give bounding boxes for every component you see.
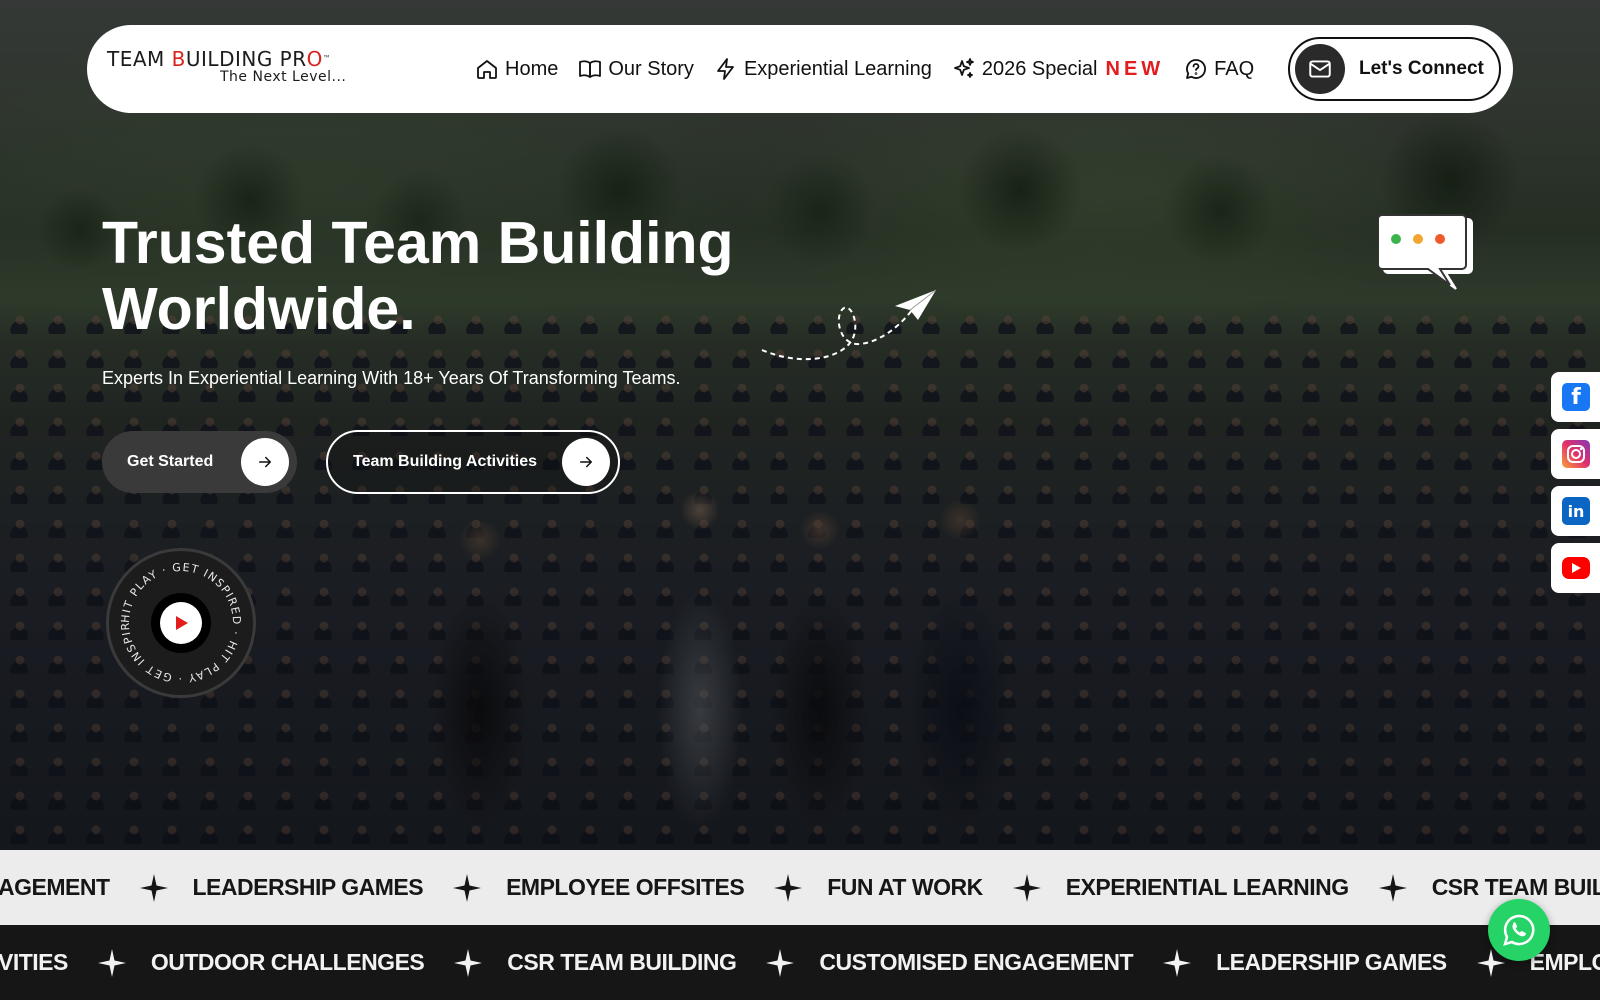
- hero-background: [0, 0, 1600, 850]
- marquee-item: LEADERSHIP GAMES: [1216, 949, 1447, 975]
- whatsapp-icon: [1503, 914, 1535, 946]
- four-point-star-icon: [1012, 873, 1041, 902]
- facebook-link[interactable]: f: [1551, 372, 1600, 422]
- hit-play-badge[interactable]: HIT PLAY · GET INSPIRED · HIT PLAY · GET…: [106, 548, 256, 698]
- nav-links: Home Our Story Experiential Learning 202…: [475, 25, 1254, 113]
- arrow-right-icon: [562, 438, 610, 486]
- nav-2026-special[interactable]: 2026 Special NEW: [952, 57, 1164, 81]
- question-chat-icon: [1186, 59, 1207, 79]
- marquee-item: LEADERSHIP GAMES: [192, 874, 424, 900]
- whatsapp-button[interactable]: [1488, 899, 1550, 961]
- marquee-item: EMPLOYEE OFFSITES: [506, 874, 745, 900]
- four-point-star-icon: [97, 948, 126, 977]
- marquee-item: EXPERIENTIAL LEARNING: [1065, 874, 1350, 900]
- brand-logo[interactable]: TEAM BUILDING PRO™ The Next Level...: [107, 49, 387, 89]
- lets-connect-button[interactable]: Let's Connect: [1288, 37, 1501, 101]
- linkedin-icon: in: [1562, 497, 1590, 525]
- nav-our-story[interactable]: Our Story: [578, 57, 694, 81]
- logo-text: TEAM BUILDING PRO™: [107, 47, 332, 71]
- nav-our-story-label: Our Story: [608, 57, 694, 80]
- nav-home[interactable]: Home: [475, 57, 558, 81]
- hero-title-line2: Worldwide.: [102, 276, 416, 342]
- top-navbar: TEAM BUILDING PRO™ The Next Level... Hom…: [87, 25, 1513, 113]
- team-building-activities-button[interactable]: Team Building Activities: [326, 430, 620, 494]
- hero-title-line1: Trusted Team Building: [102, 210, 734, 276]
- marquee-item: CSR TEAM BUILDI: [1431, 874, 1600, 900]
- instagram-icon: [1562, 440, 1590, 468]
- social-sidebar: f in: [1551, 372, 1600, 600]
- nav-faq-label: FAQ: [1214, 57, 1255, 80]
- marquee-item: AGEMENT: [0, 874, 110, 900]
- four-point-star-icon: [453, 873, 482, 902]
- nav-experiential-learning-label: Experiential Learning: [743, 57, 932, 80]
- hero-overlay: [0, 0, 1600, 850]
- nav-experiential-learning[interactable]: Experiential Learning: [714, 57, 932, 81]
- marquee-item: VITIES: [0, 949, 68, 975]
- nav-2026-special-label: 2026 Special: [981, 57, 1098, 80]
- youtube-icon: [1562, 557, 1590, 579]
- lets-connect-label: Let's Connect: [1359, 58, 1484, 79]
- marquee-light-track: AGEMENT LEADERSHIP GAMES EMPLOYEE OFFSITES…: [0, 850, 1600, 925]
- play-button[interactable]: [151, 593, 211, 653]
- lightning-icon: [717, 58, 734, 80]
- hero-subtitle: Experts In Experiential Learning With 18…: [102, 368, 681, 388]
- nav-home-label: Home: [505, 57, 559, 80]
- four-point-star-icon: [774, 873, 803, 902]
- chat-bubble-icon: [1378, 214, 1473, 290]
- four-point-star-icon: [1378, 873, 1407, 902]
- marquee-item: OUTDOOR CHALLENGES: [150, 949, 425, 975]
- nav-faq[interactable]: FAQ: [1184, 57, 1254, 81]
- sparkle-icon: [953, 58, 974, 78]
- get-started-label: Get Started: [127, 453, 214, 470]
- marquee-item: FUN AT WORK: [827, 874, 983, 900]
- youtube-link[interactable]: [1551, 543, 1600, 593]
- hero-title: Trusted Team Building Worldwide.: [102, 210, 862, 342]
- four-point-star-icon: [454, 948, 483, 977]
- four-point-star-icon: [766, 948, 795, 977]
- linkedin-link[interactable]: in: [1551, 486, 1600, 536]
- team-building-activities-label: Team Building Activities: [353, 453, 538, 470]
- marquee-item: CUSTOMISED ENGAGEMENT: [819, 949, 1134, 975]
- arrow-right-icon: [241, 438, 289, 486]
- get-started-button[interactable]: Get Started: [102, 431, 297, 493]
- four-point-star-icon: [139, 873, 168, 902]
- marquee-dark-track: VITIES OUTDOOR CHALLENGES CSR TEAM BUILDIN…: [0, 925, 1600, 1000]
- mail-icon: [1295, 44, 1345, 94]
- marquee-item: EMPLOY: [1529, 949, 1600, 975]
- four-point-star-icon: [1163, 948, 1192, 977]
- marquee-dark: VITIES OUTDOOR CHALLENGES CSR TEAM BUILDIN…: [0, 925, 1600, 1000]
- new-badge: NEW: [1105, 57, 1165, 80]
- play-icon: [160, 602, 202, 644]
- logo-tagline: The Next Level...: [220, 69, 347, 85]
- marquee-item: CSR TEAM BUILDING: [507, 949, 737, 975]
- paper-plane-icon: [761, 289, 937, 361]
- home-icon: [477, 60, 497, 79]
- facebook-icon: f: [1562, 383, 1590, 411]
- marquee-light: AGEMENT LEADERSHIP GAMES EMPLOYEE OFFSITES…: [0, 850, 1600, 925]
- book-icon: [579, 60, 602, 78]
- instagram-link[interactable]: [1551, 429, 1600, 479]
